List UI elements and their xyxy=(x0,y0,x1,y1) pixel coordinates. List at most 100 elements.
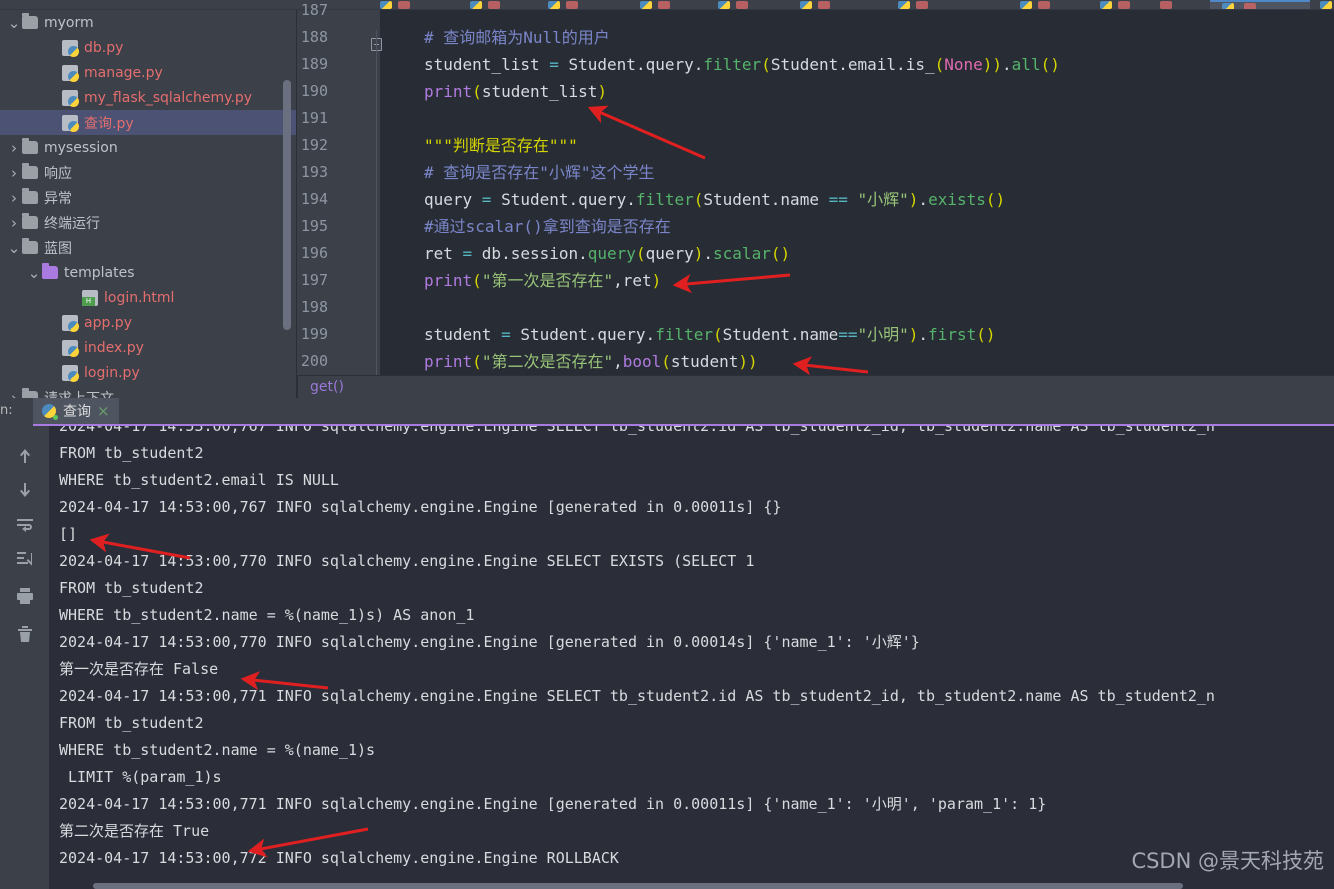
tree-item-6[interactable]: › 响应 xyxy=(0,160,297,185)
console-line: 第一次是否存在 False xyxy=(59,660,219,678)
trash-icon[interactable] xyxy=(12,624,38,650)
code-token: ( xyxy=(472,271,482,290)
code-line[interactable]: student = Student.query.filter(Student.n… xyxy=(380,321,1334,348)
run-tab-query[interactable]: 查询 × xyxy=(33,398,119,426)
console-hscrollbar-thumb[interactable] xyxy=(93,883,1183,889)
code-token: . xyxy=(703,244,714,263)
code-token: print xyxy=(424,352,473,371)
breadcrumb-item-get[interactable]: get() xyxy=(310,379,344,395)
code-line[interactable]: student_list = Student.query.filter(Stud… xyxy=(380,51,1334,78)
code-token: ( xyxy=(712,325,723,344)
soft-wrap-icon[interactable] xyxy=(12,514,38,540)
tree-item-7[interactable]: › 异常 xyxy=(0,185,297,210)
code-token: . xyxy=(1002,55,1012,74)
code-token: ) xyxy=(651,271,662,290)
chevron-right-icon[interactable]: › xyxy=(6,389,22,399)
code-token: Student.email.is_ xyxy=(770,55,935,74)
tree-item-1[interactable]: db.py xyxy=(0,35,297,60)
folder-icon xyxy=(22,188,38,204)
code-token: == xyxy=(828,190,858,209)
code-line[interactable]: ret = db.session.query(query).scalar() xyxy=(380,240,1334,267)
code-text-area[interactable]: # 查询邮箱为Null的用户 student_list = Student.que… xyxy=(380,10,1334,375)
python-file-icon xyxy=(62,39,79,57)
console-hscrollbar-track[interactable] xyxy=(49,883,1334,889)
console-output[interactable]: 2024-04-17 14:53:00,767 INFO sqlalchemy.… xyxy=(49,426,1334,889)
tree-item-10[interactable]: ⌄ templates xyxy=(0,260,297,285)
code-line[interactable]: #通过scalar()拿到查询是否存在 xyxy=(380,213,1334,240)
code-line[interactable] xyxy=(380,294,1334,321)
tree-item-15[interactable]: › 请求上下文 xyxy=(0,385,297,398)
arrow-down-icon[interactable] xyxy=(12,480,38,506)
code-token: () xyxy=(770,244,791,263)
code-line[interactable] xyxy=(380,105,1334,132)
code-token: = xyxy=(549,55,569,74)
fold-guide-line xyxy=(376,30,377,375)
html-file-icon xyxy=(82,289,98,306)
chevron-down-icon[interactable]: ⌄ xyxy=(26,265,42,280)
console-line: 2024-04-17 14:53:00,767 INFO sqlalchemy.… xyxy=(59,426,1215,435)
code-line[interactable]: """判断是否存在""" xyxy=(380,132,1334,159)
tree-item-label: 终端运行 xyxy=(44,215,100,232)
code-token: ( xyxy=(693,190,704,209)
chevron-down-icon[interactable]: ⌄ xyxy=(6,15,22,30)
code-token: = xyxy=(501,325,521,344)
tree-item-3[interactable]: my_flask_sqlalchemy.py xyxy=(0,85,297,110)
code-line[interactable]: # 查询邮箱为Null的用户 xyxy=(380,24,1334,51)
chevron-right-icon[interactable]: › xyxy=(6,164,22,182)
tree-item-11[interactable]: login.html xyxy=(0,285,297,310)
code-token: ) xyxy=(908,325,919,344)
code-token: "第一次是否存在" xyxy=(481,271,614,290)
breadcrumb[interactable]: get() xyxy=(297,375,1334,399)
code-token: . xyxy=(918,325,929,344)
code-token: query xyxy=(424,190,482,209)
editor-tab-strip[interactable] xyxy=(0,0,1334,10)
tree-item-5[interactable]: › mysession xyxy=(0,135,297,160)
tree-item-9[interactable]: ⌄ 蓝图 xyxy=(0,235,297,260)
editor-gutter[interactable]: 187 188 189 190 191 192 193 194 195 196 197 198 199 2… xyxy=(297,1,382,375)
code-token: print xyxy=(424,82,473,101)
code-line[interactable]: print("第一次是否存在",ret) xyxy=(380,267,1334,294)
console-line: 2024-04-17 14:53:00,770 INFO sqlalchemy.… xyxy=(59,633,920,651)
console-toolbar[interactable] xyxy=(0,426,49,889)
console-line: FROM tb_student2 xyxy=(59,444,204,462)
print-icon[interactable] xyxy=(12,586,38,612)
code-token: ) xyxy=(908,190,919,209)
chevron-right-icon[interactable]: › xyxy=(6,189,22,207)
chevron-right-icon[interactable]: › xyxy=(6,214,22,232)
code-token: first xyxy=(928,325,977,344)
arrow-up-icon[interactable] xyxy=(12,446,38,472)
tree-item-12[interactable]: app.py xyxy=(0,310,297,335)
code-line[interactable]: print(student_list) xyxy=(380,78,1334,105)
tree-item-14[interactable]: login.py xyxy=(0,360,297,385)
python-file-icon xyxy=(62,364,79,382)
code-token: exists xyxy=(928,190,986,209)
close-icon[interactable]: × xyxy=(97,402,110,420)
console-line: [] xyxy=(59,525,78,543)
tree-item-label: 蓝图 xyxy=(44,240,72,257)
code-token: () xyxy=(976,325,996,344)
code-token: ( xyxy=(761,55,771,74)
code-token: ret xyxy=(622,271,652,290)
chevron-right-icon[interactable]: › xyxy=(6,139,22,157)
run-tool-window: n: 查询 × 2024-04-17 14:53:00,767 INFO sql… xyxy=(0,398,1334,889)
python-file-icon xyxy=(62,339,79,357)
code-line[interactable]: query = Student.query.filter(Student.nam… xyxy=(380,186,1334,213)
code-token: ret xyxy=(424,244,463,263)
project-tree[interactable]: ⌄ myorm db.py manage.py my_flask_sqlalchemy.… xyxy=(0,10,297,398)
code-editor[interactable]: 187 188 189 190 191 192 193 194 195 196 197 198 199 2… xyxy=(297,1,1334,375)
code-line[interactable]: print("第二次是否存在",bool(student)) xyxy=(380,348,1334,375)
tree-item-13[interactable]: index.py xyxy=(0,335,297,360)
tree-item-8[interactable]: › 终端运行 xyxy=(0,210,297,235)
chevron-down-icon[interactable]: ⌄ xyxy=(6,240,22,255)
tree-item-4[interactable]: 查询.py xyxy=(0,110,297,135)
code-token: == xyxy=(838,325,858,344)
run-tab-bar[interactable]: n: 查询 × xyxy=(0,398,1334,426)
code-token: Student.name xyxy=(703,190,829,209)
code-line[interactable]: # 查询是否存在"小辉"这个学生 xyxy=(380,159,1334,186)
code-token: )) xyxy=(982,55,1003,74)
tree-item-0[interactable]: ⌄ myorm xyxy=(0,10,297,35)
tree-item-2[interactable]: manage.py xyxy=(0,60,297,85)
scroll-to-end-icon[interactable] xyxy=(12,548,38,574)
code-line[interactable] xyxy=(380,10,1334,24)
python-run-icon xyxy=(42,403,58,420)
